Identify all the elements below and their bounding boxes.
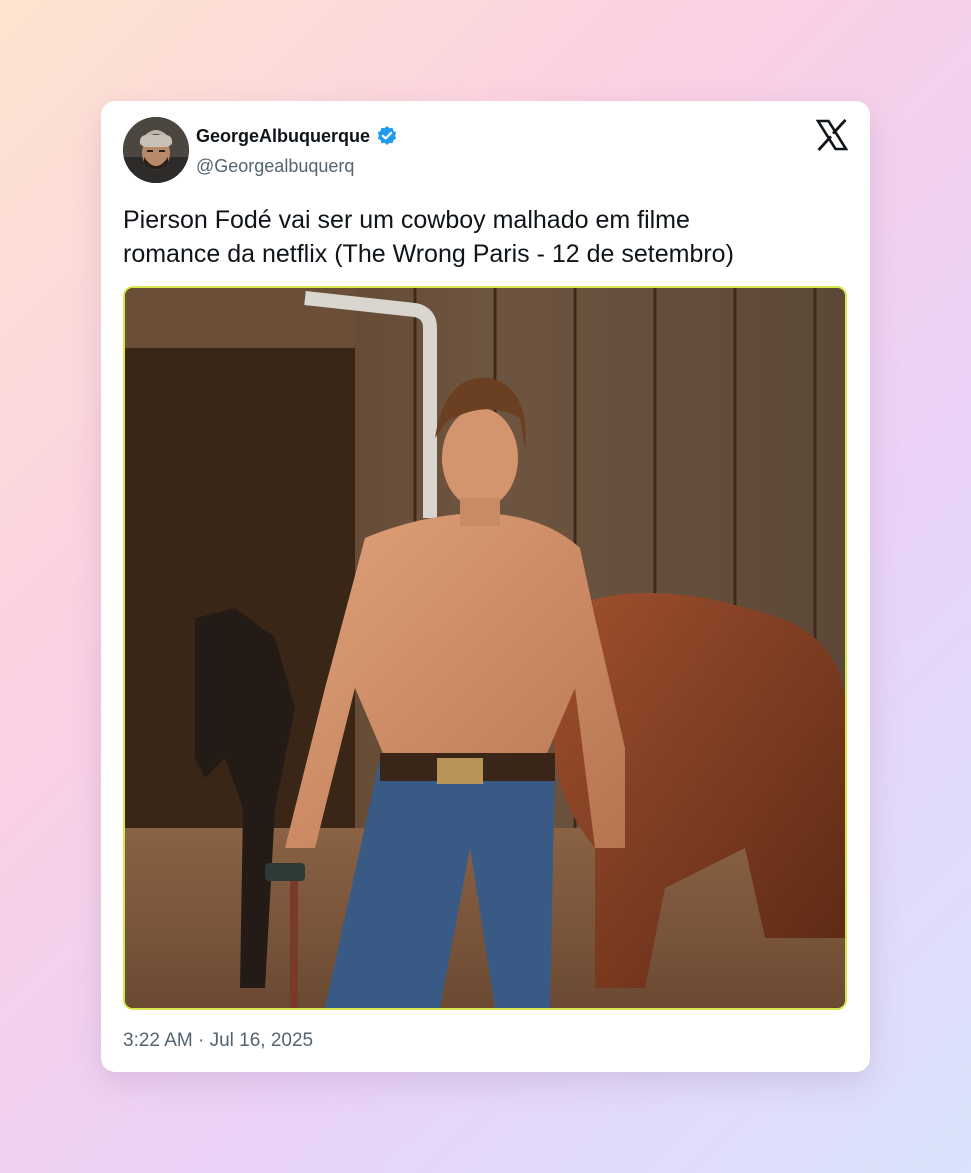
tweet-card: GeorgeAlbuquerque @Georgealbuquerq Piers… [101, 101, 870, 1072]
avatar-image [123, 117, 189, 183]
verified-badge-icon [377, 126, 397, 145]
author-display-name[interactable]: GeorgeAlbuquerque [196, 126, 370, 147]
x-logo-icon[interactable] [816, 119, 848, 151]
avatar[interactable] [123, 117, 189, 183]
author-name-row[interactable]: GeorgeAlbuquerque [196, 125, 398, 147]
tweet-photo[interactable] [123, 286, 847, 1010]
photo-image [125, 288, 845, 1008]
author-handle[interactable]: @Georgealbuquerq [196, 156, 354, 177]
tweet-timestamp[interactable]: 3:22 AM · Jul 16, 2025 [123, 1030, 313, 1052]
tweet-text: Pierson Fodé vai ser um cowboy malhado e… [123, 206, 734, 268]
